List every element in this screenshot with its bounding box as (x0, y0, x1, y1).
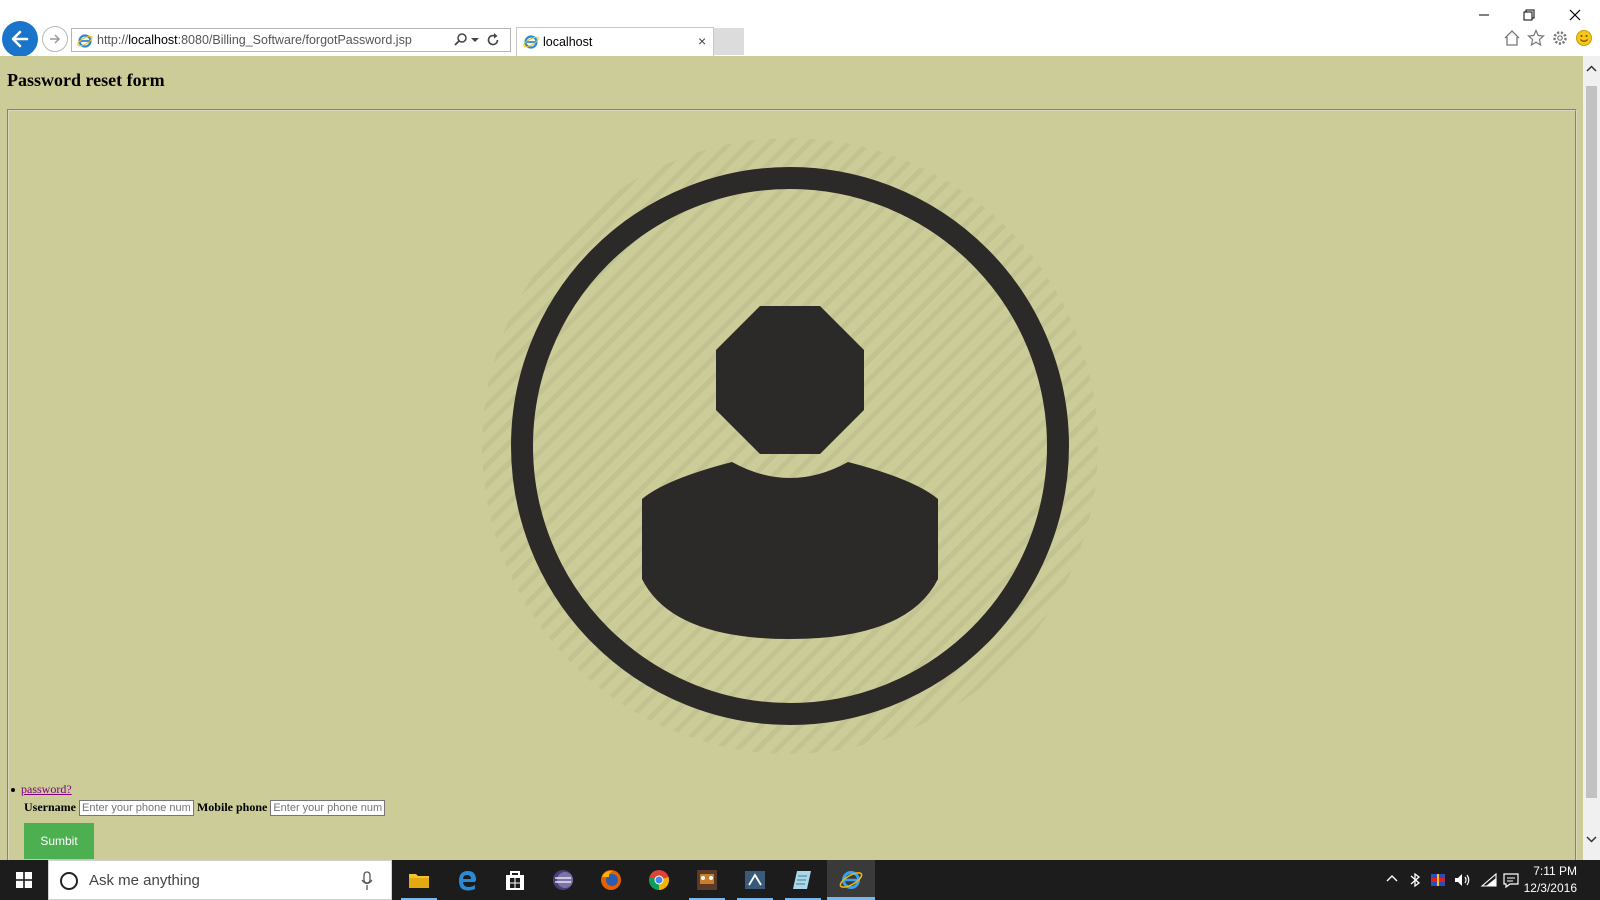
restore-icon[interactable] (1509, 4, 1549, 26)
search-icon[interactable] (453, 32, 469, 48)
forgot-password-link[interactable]: password? (21, 782, 72, 796)
volume-icon[interactable] (1454, 872, 1472, 888)
store-app[interactable] (491, 860, 539, 900)
close-window-icon[interactable] (1555, 4, 1595, 26)
notepad-app[interactable] (779, 860, 827, 900)
file-explorer-app[interactable] (395, 860, 443, 900)
forward-button[interactable] (42, 26, 68, 52)
folder-icon (409, 874, 429, 888)
page-viewport: Password reset form password? Username Mo… (0, 56, 1583, 860)
firefox-app[interactable] (587, 860, 635, 900)
arrow-left-icon (11, 30, 29, 48)
new-tab-button[interactable] (714, 28, 744, 55)
minimize-icon[interactable] (1464, 4, 1504, 26)
internet-explorer-app[interactable] (827, 860, 875, 900)
internet-explorer-icon (839, 871, 863, 889)
gear-icon[interactable] (1551, 29, 1569, 47)
forgot-password-link-row: password? (11, 782, 72, 797)
refresh-icon[interactable] (485, 32, 501, 48)
cortana-circle-icon (60, 872, 78, 890)
system-clock[interactable]: 7:11 PM 12/3/2016 (1517, 863, 1577, 897)
eclipse-icon (553, 870, 573, 890)
bluetooth-icon[interactable] (1409, 872, 1421, 888)
cortana-search-box[interactable]: Ask me anything (48, 860, 392, 900)
address-bar[interactable]: http://localhost:8080/Billing_Software/f… (71, 28, 511, 52)
tab-title: localhost (543, 35, 593, 49)
submit-button[interactable]: Sumbit (24, 823, 94, 859)
username-input[interactable] (78, 800, 194, 817)
edge-app[interactable] (443, 860, 491, 900)
home-icon[interactable] (1503, 29, 1521, 47)
user-avatar-icon (482, 138, 1098, 754)
favorites-star-icon[interactable] (1527, 29, 1545, 47)
taskbar: Ask me anything 7:11 PM 12/3/2016 (0, 860, 1600, 900)
page-scrollbar[interactable] (1583, 56, 1600, 860)
tab-close-button[interactable]: × (698, 33, 706, 49)
windows-logo-icon (16, 872, 32, 888)
url-text: http://localhost:8080/Billing_Software/f… (97, 33, 412, 47)
microphone-icon[interactable] (361, 871, 373, 891)
language-flag-icon[interactable] (1430, 872, 1446, 888)
clock-date: 12/3/2016 (1523, 881, 1577, 895)
list-bullet (11, 788, 15, 793)
dropdown-arrow-icon[interactable] (470, 34, 480, 46)
browser-chrome: http://localhost:8080/Billing_Software/f… (0, 0, 1600, 57)
smiley-feedback-icon[interactable] (1575, 29, 1593, 47)
eclipse-app[interactable] (539, 860, 587, 900)
wifi-icon[interactable] (1480, 872, 1498, 888)
store-bag-icon (506, 871, 524, 890)
mobile-phone-label: Mobile phone (196, 800, 268, 814)
scroll-down-icon[interactable] (1586, 834, 1597, 844)
mobile-phone-input[interactable] (270, 800, 386, 817)
ie-page-icon (77, 34, 93, 48)
game-icon (697, 870, 717, 890)
edge-icon (459, 871, 476, 891)
arrow-right-icon (50, 34, 61, 44)
search-placeholder: Ask me anything (89, 872, 200, 889)
ie-tab-icon (523, 35, 539, 49)
chevron-up-icon[interactable] (1385, 872, 1399, 886)
reset-form-fields: Username Mobile phone (24, 800, 388, 817)
dev-tool-icon (745, 871, 765, 889)
username-label: Username (24, 800, 76, 814)
start-button[interactable] (0, 860, 48, 900)
scroll-thumb[interactable] (1586, 86, 1597, 798)
scroll-up-icon[interactable] (1586, 64, 1597, 74)
game-app[interactable] (683, 860, 731, 900)
notepad-icon (793, 871, 811, 889)
page-title: Password reset form (7, 70, 165, 90)
clock-time: 7:11 PM (1533, 864, 1577, 878)
back-button[interactable] (2, 21, 38, 57)
dev-tool-app[interactable] (731, 860, 779, 900)
chrome-app[interactable] (635, 860, 683, 900)
chrome-icon (649, 870, 669, 890)
tab-localhost[interactable]: localhost × (516, 27, 714, 56)
firefox-icon (601, 870, 621, 890)
